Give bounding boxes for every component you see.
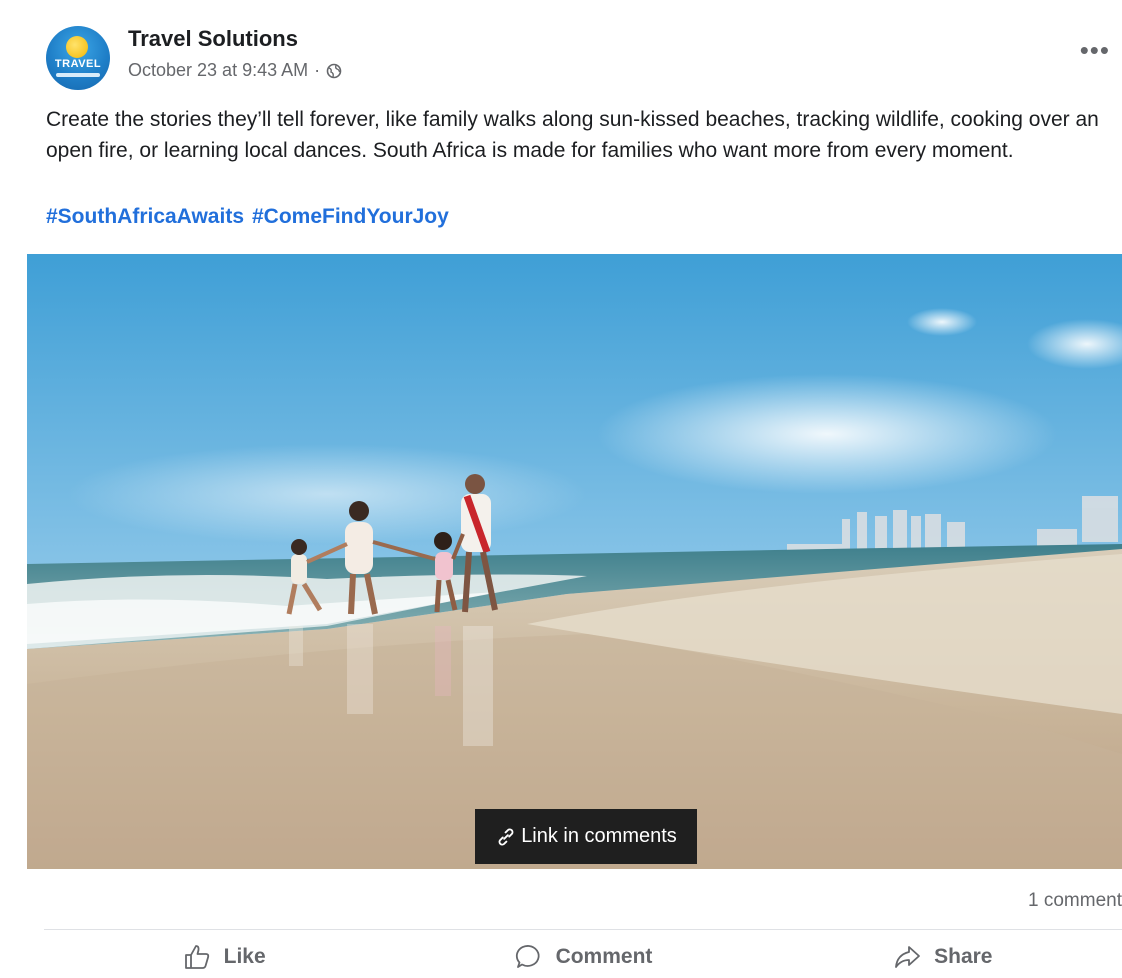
hashtags: #SouthAfricaAwaits #ComeFindYourJoy bbox=[46, 205, 457, 229]
logo-swoosh bbox=[56, 73, 100, 77]
page-avatar[interactable]: TRAVEL bbox=[46, 26, 110, 90]
beach-family-photo bbox=[27, 254, 1122, 869]
like-label: Like bbox=[223, 945, 266, 968]
comment-count[interactable]: 1 comment bbox=[1028, 890, 1122, 912]
page-name-link[interactable]: Travel Solutions bbox=[128, 26, 298, 52]
post-body-text: Create the stories they’ll tell forever,… bbox=[46, 108, 1099, 162]
comment-label: Comment bbox=[555, 945, 653, 968]
share-arrow-icon bbox=[895, 946, 921, 968]
post-timestamp[interactable]: October 23 at 9:43 AM bbox=[128, 60, 308, 81]
share-label: Share bbox=[934, 945, 993, 968]
thumbs-up-icon bbox=[184, 945, 209, 969]
post-actions-bar: Like Comment Share bbox=[44, 936, 1122, 978]
hashtag-link[interactable]: #SouthAfricaAwaits bbox=[46, 205, 244, 228]
link-in-comments-badge[interactable]: Link in comments bbox=[475, 809, 697, 864]
meta-separator: · bbox=[314, 60, 321, 80]
post-photo[interactable] bbox=[27, 254, 1122, 869]
hashtag-link[interactable]: #ComeFindYourJoy bbox=[252, 205, 449, 228]
share-button[interactable]: Share bbox=[763, 936, 1122, 978]
globe-icon bbox=[326, 63, 342, 78]
post-meta: October 23 at 9:43 AM · bbox=[128, 60, 342, 81]
more-options-icon[interactable]: ••• bbox=[1080, 37, 1110, 63]
post-header: TRAVEL Travel Solutions October 23 at 9:… bbox=[46, 22, 1122, 94]
sun-logo-icon bbox=[66, 36, 88, 58]
link-badge-label: Link in comments bbox=[521, 825, 677, 847]
actions-divider bbox=[44, 929, 1122, 930]
avatar-logo-text: TRAVEL bbox=[54, 58, 102, 70]
link-chain-icon bbox=[498, 828, 514, 845]
comment-button[interactable]: Comment bbox=[403, 936, 762, 978]
speech-bubble-icon bbox=[515, 945, 540, 968]
like-button[interactable]: Like bbox=[44, 936, 403, 978]
